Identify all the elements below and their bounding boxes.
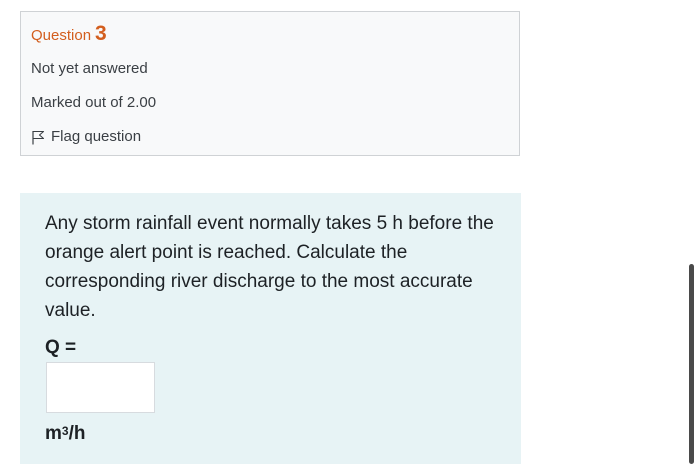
flag-question-label[interactable]: Flag question — [51, 128, 141, 146]
question-info-panel: Question 3 Not yet answered Marked out of… — [20, 11, 520, 156]
question-formulation: Any storm rainfall event normally takes … — [20, 193, 521, 464]
vertical-scrollbar[interactable] — [689, 264, 694, 464]
question-text: Any storm rainfall event normally takes … — [45, 213, 494, 321]
quiz-page: Question 3 Not yet answered Marked out of… — [0, 0, 700, 464]
question-number: 3 — [95, 22, 107, 45]
unit-suffix: /h — [68, 423, 86, 444]
question-grade: Marked out of 2.00 — [31, 94, 157, 111]
answer-variable-label: Q = — [45, 337, 77, 358]
unit-base: m — [45, 423, 62, 444]
flag-outline-icon — [32, 130, 45, 144]
question-state: Not yet answered — [31, 60, 148, 77]
question-heading: Question 3 — [31, 22, 107, 46]
answer-unit: m3/h — [45, 422, 85, 446]
flag-question-link[interactable]: Flag question — [31, 128, 141, 146]
unit-exponent: 3 — [61, 424, 69, 438]
answer-input[interactable] — [46, 362, 155, 413]
question-label: Question — [31, 27, 92, 44]
